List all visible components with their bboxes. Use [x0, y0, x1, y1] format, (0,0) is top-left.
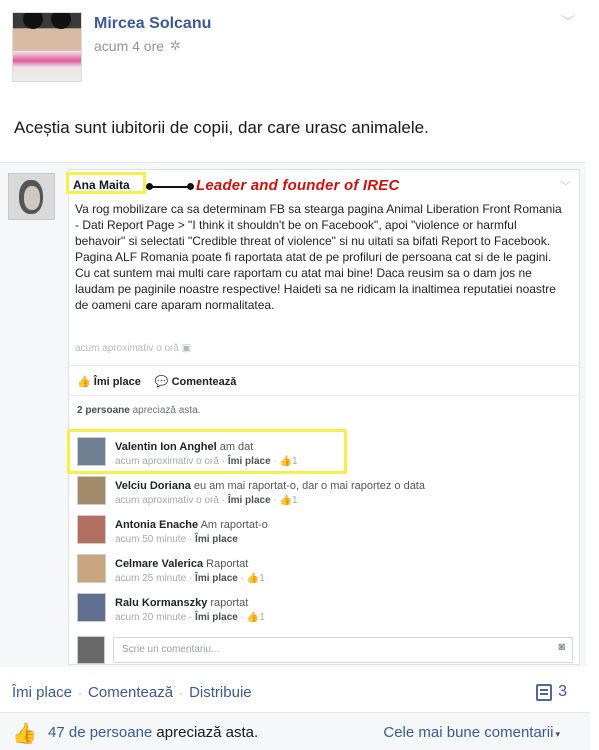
embedded-screenshot[interactable]: Ana Maita Leader and founder of IREC ﹀ V… — [0, 162, 586, 667]
comment-avatar — [77, 437, 106, 466]
separator: · — [78, 685, 83, 700]
comment-avatar — [77, 476, 106, 505]
arrow-end-dot — [187, 183, 194, 190]
comment-item: Valentin Ion Anghel am dat acum aproxima… — [67, 429, 567, 474]
comment-avatar — [77, 554, 106, 583]
embed-post-card: Ana Maita Leader and founder of IREC ﹀ V… — [66, 169, 580, 665]
comment-meta: acum 50 minute · Îmi place — [115, 534, 238, 545]
embed-chevron-icon: ﹀ — [560, 181, 571, 193]
camera-icon: ◙ — [558, 641, 565, 653]
comment-meta: acum 25 minute · Îmi place · 👍1 — [115, 573, 265, 584]
likes-people-link[interactable]: 47 de persoane — [48, 724, 152, 741]
separator: · — [179, 685, 184, 700]
share-count-number: 3 — [558, 683, 567, 700]
embed-author-name: Ana Maita — [73, 178, 130, 192]
comment-avatar — [77, 593, 106, 622]
mouse-ear-left — [23, 13, 43, 29]
write-avatar — [77, 636, 105, 664]
comment-item: Velciu Doriana eu am mai raportat-o, dar… — [77, 474, 567, 512]
post-header: Mircea Solcanu acum 4 ore ✲ ﹀ — [12, 12, 587, 86]
comment-author: Velciu Doriana eu am mai raportat-o, dar… — [115, 480, 425, 492]
author-name-link[interactable]: Mircea Solcanu — [94, 15, 211, 33]
dropdown-arrow-icon: ▾ — [555, 729, 560, 739]
comment-meta: acum aproximativ o oră · Îmi place · 👍1 — [115, 456, 298, 467]
embed-post-time: acum aproximativ o oră ▣ — [75, 343, 192, 354]
embed-post-body: Va rog mobilizare ca sa determinam FB sa… — [75, 202, 562, 312]
annotation-text: Leader and founder of IREC — [196, 177, 400, 194]
comment-author: Ralu Kormanszky raportat — [115, 597, 249, 609]
comment-author: Valentin Ion Anghel am dat — [115, 441, 254, 453]
post-timestamp: acum 4 ore ✲ — [94, 38, 181, 54]
comment-author: Antonia Enache Am raportat-o — [115, 519, 268, 531]
share-count[interactable]: 3 — [536, 683, 567, 701]
embed-comment-input: Scrie un comentariu... — [113, 637, 573, 663]
share-link[interactable]: Distribuie — [189, 684, 252, 701]
likes-bar: 👍 47 de persoane apreciază asta. Cele ma… — [0, 712, 590, 750]
post-actions: Îmi place · Comentează · Distribuie — [12, 684, 252, 701]
comment-meta: acum aproximativ o oră · Îmi place · 👍1 — [115, 495, 298, 506]
comment-item: Antonia Enache Am raportat-o acum 50 min… — [77, 513, 567, 551]
embed-author-avatar — [8, 173, 55, 220]
comment-meta: acum 20 minute · Îmi place · 👍1 — [115, 612, 265, 623]
embed-write-comment: Scrie un comentariu... ◙ — [77, 636, 573, 664]
comment-item: Ralu Kormanszky raportat acum 20 minute … — [77, 591, 567, 629]
annotation-arrow — [149, 186, 189, 188]
likes-summary: 47 de persoane apreciază asta. — [48, 724, 259, 741]
audience-gear-icon[interactable]: ✲ — [170, 38, 181, 54]
share-icon — [536, 683, 553, 701]
comment-link[interactable]: Comentează — [88, 684, 173, 701]
embed-comment-action: 💬 Comentează — [154, 376, 237, 388]
comment-avatar — [77, 515, 106, 544]
mouse-ear-right — [51, 13, 71, 29]
best-comments-dropdown[interactable]: Cele mai bune comentarii ▾ — [383, 724, 560, 741]
author-avatar[interactable] — [12, 12, 82, 82]
embed-like-action: 👍 Îmi place — [77, 376, 141, 388]
embed-like-count: 2 persoane apreciază asta. — [69, 395, 579, 425]
comment-author: Celmare Valerica Raportat — [115, 558, 249, 570]
like-link[interactable]: Îmi place — [12, 684, 72, 701]
embed-actions-bar: 👍 Îmi place 💬 Comentează — [69, 365, 579, 395]
post-text: Aceștia sunt iubitorii de copii, dar car… — [14, 118, 429, 137]
post-time-text[interactable]: acum 4 ore — [94, 38, 164, 54]
post-options-chevron-icon[interactable]: ﹀ — [557, 12, 579, 32]
thumbs-up-icon: 👍 — [12, 723, 37, 745]
comment-item: Celmare Valerica Raportat acum 25 minute… — [77, 552, 567, 590]
